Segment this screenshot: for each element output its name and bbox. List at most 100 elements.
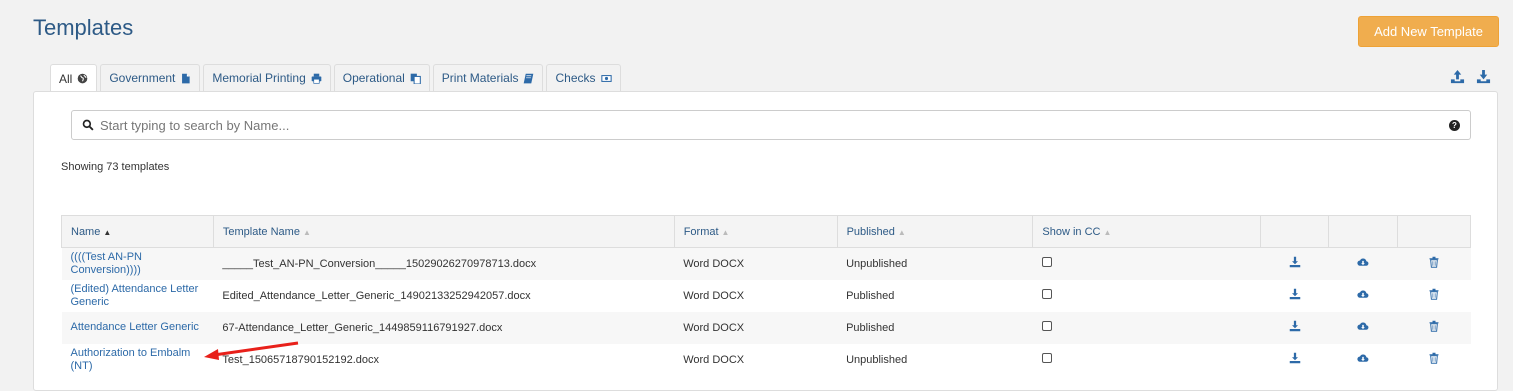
column-header-cloud <box>1328 215 1398 248</box>
cell-template-name: Edited_Attendance_Letter_Generic_1490213… <box>222 289 531 302</box>
search-input[interactable] <box>100 117 1443 133</box>
cell-published: Unpublished <box>837 247 1033 280</box>
cloud-download-button[interactable] <box>1329 280 1398 312</box>
sort-icon: ▲ <box>1103 227 1112 237</box>
template-name-link[interactable]: (Edited) Attendance Letter Generic <box>71 283 205 309</box>
sort-icon: ▲ <box>721 227 730 237</box>
trash-icon <box>1429 288 1439 300</box>
cell-name: Attendance Letter Generic <box>61 311 214 344</box>
download-icon <box>1289 257 1300 268</box>
cell-template-name: _____Test_AN-PN_Conversion_____150290262… <box>213 247 675 280</box>
show-in-cc-checkbox[interactable] <box>1041 257 1052 268</box>
cloud-download-icon <box>1357 354 1369 362</box>
cloud-download-button[interactable] <box>1328 311 1398 344</box>
upload-icon[interactable] <box>1450 69 1465 84</box>
import-export-controls <box>1450 69 1491 84</box>
table-row: (Edited) Attendance Letter Generic Edited… <box>62 280 1471 312</box>
trash-icon <box>1429 320 1439 332</box>
cell-show-in-cc <box>1033 280 1261 312</box>
header-label: Name <box>71 225 101 238</box>
column-header-show-in-cc[interactable]: Show in CC ▲ <box>1032 215 1262 248</box>
delete-button[interactable] <box>1398 344 1471 376</box>
download-button[interactable] <box>1261 280 1329 312</box>
delete-button[interactable] <box>1398 280 1471 312</box>
cell-name: Authorization to Embalm (NT) <box>62 344 214 376</box>
cell-format: Word DOCX <box>683 289 745 302</box>
cell-show-in-cc <box>1032 311 1261 344</box>
tab-all[interactable]: All <box>50 64 98 92</box>
delete-button[interactable] <box>1397 311 1471 344</box>
tab-memorial-printing[interactable]: Memorial Printing <box>203 64 331 91</box>
show-in-cc-checkbox[interactable] <box>1041 289 1052 299</box>
header-label: Published <box>846 225 895 238</box>
cell-template-name: 67-Attendance_Letter_Generic_14498591167… <box>213 311 675 344</box>
search-icon <box>82 119 94 131</box>
cloud-download-button[interactable] <box>1328 247 1398 280</box>
download-icon <box>1289 320 1300 332</box>
cell-name: (Edited) Attendance Letter Generic <box>62 280 214 312</box>
table-row: ((((Test AN-PN Conversion)))) _____Test_A… <box>61 247 1471 280</box>
header-label: Template Name <box>222 225 300 238</box>
cloud-download-button[interactable] <box>1329 344 1398 376</box>
download-button[interactable] <box>1261 344 1329 376</box>
add-new-template-button[interactable]: Add New Template <box>1358 16 1499 47</box>
cloud-download-icon <box>1357 290 1369 298</box>
tab-label: Operational <box>342 71 405 85</box>
download-button[interactable] <box>1260 311 1329 344</box>
tab-government[interactable]: Government <box>100 64 201 91</box>
tab-checks[interactable]: Checks <box>546 64 621 91</box>
column-header-download <box>1260 215 1330 248</box>
template-name-link[interactable]: Authorization to Embalm (NT) <box>71 347 205 373</box>
book-icon <box>524 73 534 83</box>
tab-label: Memorial Printing <box>212 71 306 85</box>
cell-published: Published <box>837 311 1033 344</box>
cell-published: Unpublished <box>846 353 908 366</box>
column-header-delete <box>1397 215 1471 248</box>
table-row: Attendance Letter Generic 67-Attendance_L… <box>61 311 1471 344</box>
tab-label: All <box>59 71 73 86</box>
tab-label: Checks <box>555 71 596 85</box>
search-bar: ? <box>71 110 1471 140</box>
help-icon[interactable]: ? <box>1449 119 1460 131</box>
show-in-cc-checkbox[interactable] <box>1041 321 1052 331</box>
download-button[interactable] <box>1260 247 1329 280</box>
print-icon <box>311 73 322 84</box>
cell-format: Word DOCX <box>674 311 838 344</box>
sort-icon: ▲ <box>302 227 311 237</box>
download-icon[interactable] <box>1476 69 1491 84</box>
cell-format: Word DOCX <box>674 247 838 280</box>
delete-button[interactable] <box>1397 247 1471 280</box>
template-name-link[interactable]: ((((Test AN-PN Conversion)))) <box>71 251 205 277</box>
page-title: Templates <box>33 15 134 40</box>
column-header-published[interactable]: Published ▲ <box>836 215 1034 248</box>
tab-operational[interactable]: Operational <box>333 64 430 91</box>
template-name-link[interactable]: Attendance Letter Generic <box>71 321 205 334</box>
show-in-cc-checkbox[interactable] <box>1041 353 1052 363</box>
category-tabs: All Government Memorial Printing Operati… <box>50 64 621 92</box>
cell-show-in-cc <box>1032 247 1261 280</box>
download-icon <box>1289 288 1300 300</box>
header-label: Format <box>683 225 719 238</box>
trash-icon <box>1429 352 1439 364</box>
sort-icon: ▲ <box>897 227 906 237</box>
money-icon <box>600 74 612 82</box>
tab-label: Government <box>109 71 176 85</box>
header-label: Show in CC <box>1042 225 1101 238</box>
cell-published: Published <box>846 289 895 302</box>
cell-format: Word DOCX <box>683 353 745 366</box>
file-icon <box>182 73 190 83</box>
annotation-arrow <box>204 341 299 360</box>
cloud-download-icon <box>1357 258 1369 267</box>
column-header-template-name[interactable]: Template Name ▲ <box>212 215 675 248</box>
download-icon <box>1289 352 1300 364</box>
column-header-format[interactable]: Format ▲ <box>673 215 838 248</box>
sort-asc-icon: ▲ <box>103 227 112 237</box>
tab-print-materials[interactable]: Print Materials <box>432 64 544 91</box>
tab-label: Print Materials <box>441 71 519 85</box>
cell-show-in-cc <box>1033 344 1261 376</box>
result-count: Showing 73 templates <box>61 161 170 173</box>
globe-icon <box>78 73 88 84</box>
cloud-download-icon <box>1357 322 1369 330</box>
column-header-name[interactable]: Name ▲ <box>61 215 214 248</box>
trash-icon <box>1429 257 1439 268</box>
